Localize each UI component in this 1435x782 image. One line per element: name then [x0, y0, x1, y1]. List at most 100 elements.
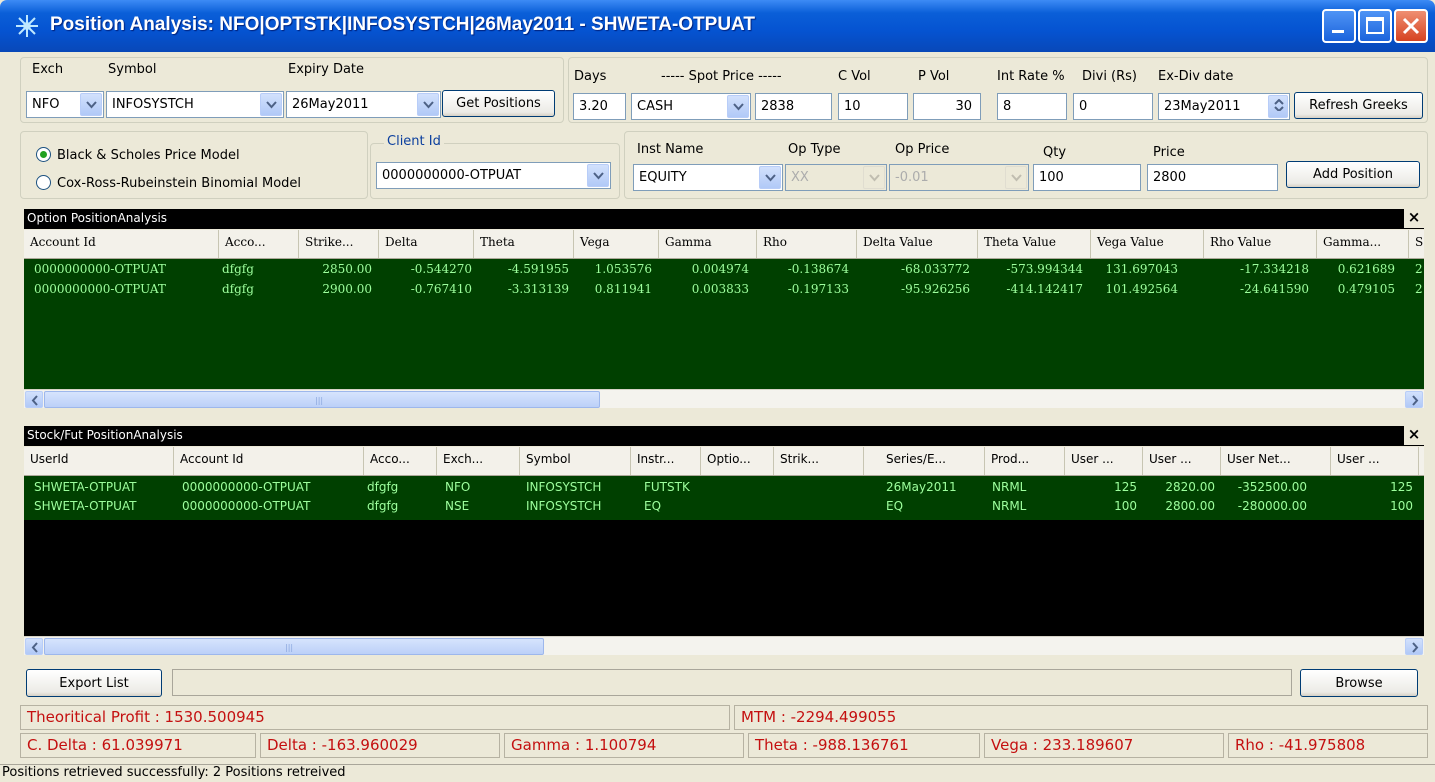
column-header[interactable]: Optio...	[701, 447, 774, 475]
add-position-button[interactable]: Add Position	[1286, 161, 1420, 188]
cvol-input[interactable]: 10	[838, 93, 908, 120]
table-cell: 0.479105	[1337, 282, 1395, 296]
column-header[interactable]: Delta Value	[857, 230, 978, 258]
qty-input[interactable]: 100	[1033, 164, 1141, 191]
spot-type-select[interactable]: CASH	[631, 93, 751, 120]
close-icon	[1402, 17, 1420, 35]
cvol-label: C Vol	[838, 69, 871, 84]
inst-name-select[interactable]: EQUITY	[633, 164, 783, 191]
column-header[interactable]: Gamma...	[1317, 230, 1409, 258]
close-button[interactable]	[1394, 9, 1428, 43]
column-header[interactable]: User ...	[1065, 447, 1143, 475]
table-cell: 0000000000-OTPUAT	[34, 282, 166, 296]
column-header[interactable]: Exch...	[437, 447, 520, 475]
exch-label: Exch	[32, 62, 64, 77]
column-header[interactable]: Symbol	[520, 447, 631, 475]
refresh-greeks-button[interactable]: Refresh Greeks	[1294, 92, 1423, 119]
exch-select[interactable]: NFO	[26, 91, 104, 118]
column-header[interactable]: Theta Value	[978, 230, 1091, 258]
app-icon	[16, 15, 38, 37]
table-cell: NSE	[445, 499, 470, 513]
table-cell: INFOSYSTCH	[526, 480, 602, 494]
scroll-left-icon[interactable]	[25, 638, 43, 655]
export-path-field[interactable]	[172, 669, 1292, 696]
close-icon[interactable]: ×	[1404, 208, 1424, 228]
table-cell: -0.544270	[410, 262, 472, 276]
crr-radio[interactable]	[36, 175, 51, 190]
browse-button[interactable]: Browse	[1300, 669, 1418, 697]
column-header[interactable]: Rho	[757, 230, 857, 258]
column-header[interactable]: Gamma	[659, 230, 757, 258]
client-id-label: Client Id	[384, 134, 444, 149]
black-scholes-radio[interactable]	[36, 147, 51, 162]
symbol-select[interactable]: INFOSYSTCH	[106, 91, 284, 118]
client-id-select[interactable]: 0000000000-OTPUAT	[376, 162, 611, 189]
option-grid-body[interactable]: 0000000000-OTPUAT dfgfg 2850.00 -0.54427…	[24, 259, 1424, 389]
column-header[interactable]: Account Id	[24, 230, 219, 258]
scroll-right-icon[interactable]	[1405, 391, 1423, 408]
column-header[interactable]: Instr...	[631, 447, 701, 475]
chevron-down-icon[interactable]	[260, 93, 282, 116]
crr-label: Cox-Ross-Rubeinstein Binomial Model	[57, 176, 302, 191]
column-header[interactable]: Acco...	[364, 447, 437, 475]
column-header[interactable]: User ...	[1331, 447, 1419, 475]
option-grid-columns: Account Id Acco... Strike... Delta Theta…	[24, 230, 1424, 259]
days-input[interactable]: 3.20	[573, 93, 626, 120]
column-header[interactable]: Rho Value	[1204, 230, 1317, 258]
chevron-down-icon[interactable]	[759, 166, 781, 189]
export-list-button[interactable]: Export List	[26, 669, 162, 697]
column-header[interactable]: Series/E...	[880, 447, 985, 475]
column-header[interactable]: Vega	[574, 230, 659, 258]
vega-value: Vega : 233.189607	[984, 733, 1224, 758]
minimize-button[interactable]	[1322, 9, 1356, 43]
op-type-value: XX	[791, 170, 809, 185]
op-type-select[interactable]: XX	[785, 164, 887, 191]
gamma-value: Gamma : 1.100794	[504, 733, 744, 758]
expiry-select[interactable]: 26May2011	[286, 91, 441, 118]
table-cell: 131.697043	[1105, 262, 1178, 276]
column-header[interactable]: User ...	[1143, 447, 1221, 475]
price-input[interactable]: 2800	[1147, 164, 1278, 191]
title-bar[interactable]: Position Analysis: NFO|OPTSTK|INFOSYSTCH…	[0, 0, 1435, 52]
column-header[interactable]: Delta	[379, 230, 474, 258]
maximize-button[interactable]	[1358, 9, 1392, 43]
chevron-down-icon[interactable]	[80, 93, 102, 116]
spinner-icon[interactable]	[1268, 95, 1288, 118]
stock-grid-body[interactable]: SHWETA-OTPUAT 0000000000-OTPUAT dfgfg NF…	[24, 476, 1424, 636]
table-cell: NRML	[992, 499, 1027, 513]
column-header[interactable]: Acco...	[219, 230, 299, 258]
table-cell: -0.767410	[410, 282, 472, 296]
chevron-down-icon[interactable]	[727, 95, 749, 118]
exdiv-date-picker[interactable]: 23May2011	[1158, 93, 1290, 120]
column-header[interactable]: Prod...	[985, 447, 1065, 475]
close-icon[interactable]: ×	[1404, 425, 1424, 445]
table-cell: 2	[1415, 262, 1423, 276]
scroll-thumb[interactable]: |||	[44, 638, 544, 655]
op-price-select[interactable]: -0.01	[889, 164, 1029, 191]
scroll-left-icon[interactable]	[25, 391, 43, 408]
column-header[interactable]: User Net...	[1221, 447, 1331, 475]
column-header[interactable]: S	[1409, 230, 1424, 258]
column-header[interactable]: UserId	[24, 447, 174, 475]
column-header[interactable]: Vega Value	[1091, 230, 1204, 258]
column-header[interactable]: Strik...	[774, 447, 864, 475]
black-scholes-label: Black & Scholes Price Model	[57, 148, 240, 163]
symbol-label: Symbol	[108, 62, 157, 77]
stock-grid-scrollbar[interactable]: |||	[24, 636, 1424, 655]
chevron-down-icon[interactable]	[587, 164, 609, 187]
spot-price-input[interactable]: 2838	[755, 93, 832, 120]
spot-type-value: CASH	[637, 99, 673, 114]
get-positions-button[interactable]: Get Positions	[442, 90, 555, 117]
table-cell: -414.142417	[1006, 282, 1083, 296]
column-header[interactable]: Strike...	[299, 230, 379, 258]
stock-grid-header: Stock/Fut PositionAnalysis ×	[24, 425, 1424, 446]
column-header[interactable]: Theta	[474, 230, 574, 258]
scroll-right-icon[interactable]	[1405, 638, 1423, 655]
divi-input[interactable]: 0	[1073, 93, 1153, 120]
scroll-thumb[interactable]: |||	[44, 391, 600, 408]
column-header[interactable]: Account Id	[174, 447, 364, 475]
int-rate-input[interactable]: 8	[997, 93, 1067, 120]
pvol-input[interactable]: 30	[913, 93, 981, 120]
option-grid-scrollbar[interactable]: |||	[24, 389, 1424, 408]
chevron-down-icon[interactable]	[417, 93, 439, 116]
